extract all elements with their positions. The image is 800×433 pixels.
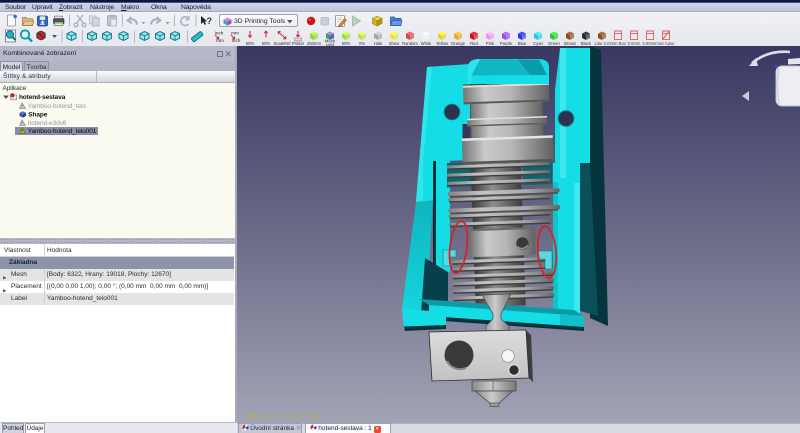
svg-text:Orange: Orange xyxy=(451,41,466,46)
svg-text:Show: Show xyxy=(389,41,400,46)
svg-text:50%: 50% xyxy=(342,41,351,46)
svg-text:Inch: Inch xyxy=(215,30,224,35)
svg-text:?: ? xyxy=(207,16,213,26)
svg-text:3.00mm: 3.00mm xyxy=(642,41,658,46)
svg-text:Dim Box: Dim Box xyxy=(610,41,627,46)
svg-text:Blue: Blue xyxy=(518,41,527,46)
svg-text:Brown: Brown xyxy=(564,41,577,46)
svg-text:50%: 50% xyxy=(246,41,255,46)
svg-text:Green: Green xyxy=(548,41,560,46)
svg-text:Random: Random xyxy=(402,41,418,46)
svg-text:0.0mm: 0.0mm xyxy=(628,41,641,46)
svg-text:ScaleRef: ScaleRef xyxy=(274,41,292,46)
svg-text:mm: mm xyxy=(231,30,239,35)
svg-text:Yellow: Yellow xyxy=(436,41,449,46)
svg-text:250mm: 250mm xyxy=(307,41,321,46)
svg-text:Var Apsu: Var Apsu xyxy=(658,41,675,46)
svg-text:298.2 ms / 3.4 fps: 298.2 ms / 3.4 fps xyxy=(244,413,321,421)
svg-text:Pink: Pink xyxy=(486,41,495,46)
svg-text:White: White xyxy=(421,41,432,46)
svg-text:Printer: Printer xyxy=(292,41,305,46)
svg-text:Hide: Hide xyxy=(374,41,383,46)
svg-text:Red: Red xyxy=(470,41,478,46)
svg-text:50%: 50% xyxy=(262,41,271,46)
svg-text:0%: 0% xyxy=(359,41,365,46)
svg-text:Black: Black xyxy=(581,41,592,46)
svg-text:Purple: Purple xyxy=(500,41,513,46)
svg-text:Cyan: Cyan xyxy=(533,41,543,46)
svg-text:Line 2.0: Line 2.0 xyxy=(595,41,611,46)
